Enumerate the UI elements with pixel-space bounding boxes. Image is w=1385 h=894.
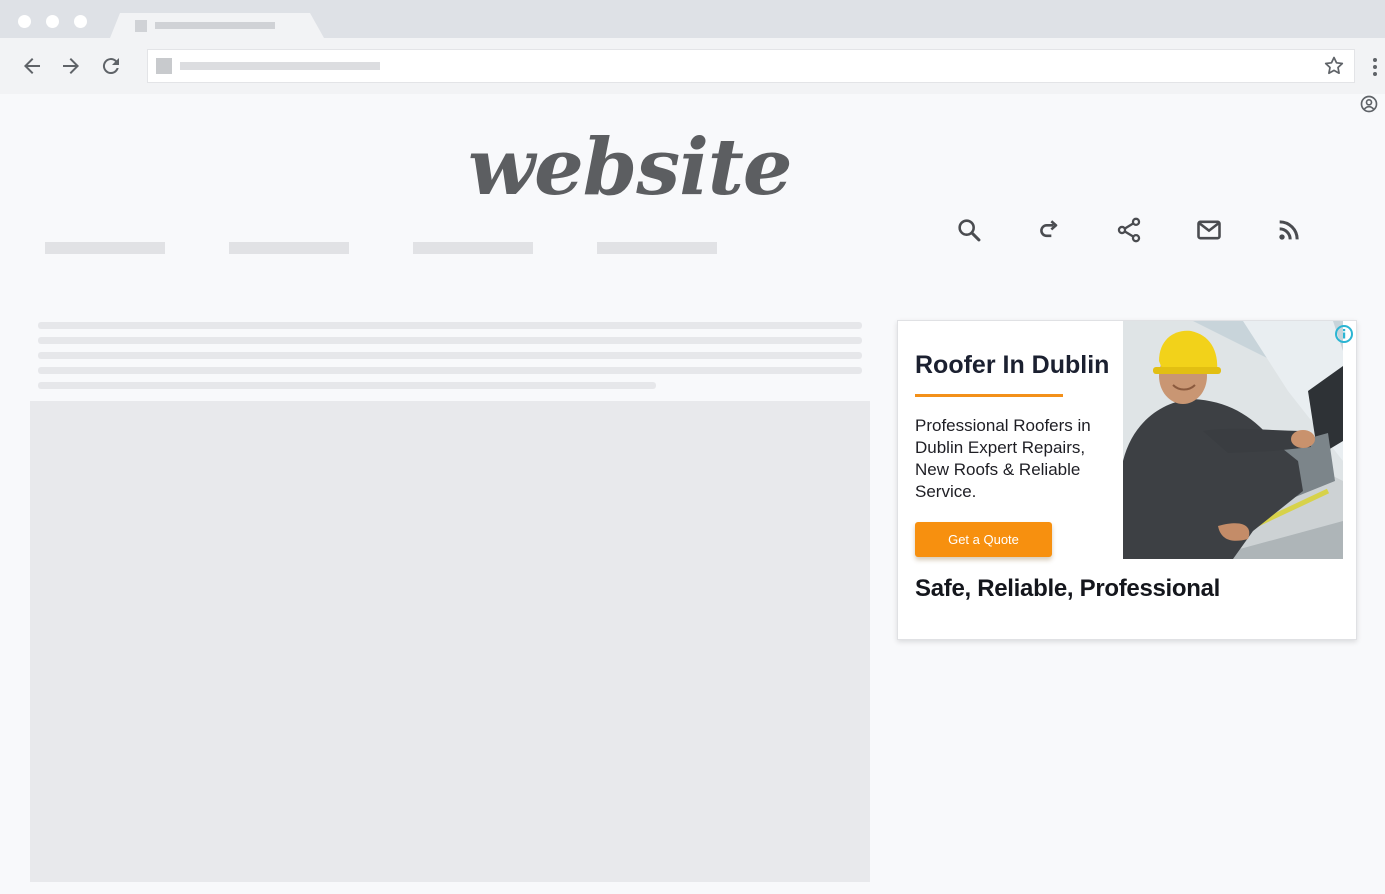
mail-icon[interactable] [1195, 216, 1223, 244]
search-icon[interactable] [955, 216, 983, 244]
star-icon[interactable] [1322, 54, 1346, 78]
text-line-placeholder [38, 382, 656, 389]
share-icon[interactable] [1115, 216, 1143, 244]
ad-title[interactable]: Roofer In Dublin [915, 351, 1109, 380]
tab-title-placeholder [155, 22, 275, 29]
nav-item-placeholder[interactable] [597, 242, 717, 254]
redo-icon[interactable] [1035, 216, 1063, 244]
ad-description: Professional Roofers in Dublin Expert Re… [915, 416, 1091, 501]
reload-icon[interactable] [99, 54, 123, 78]
tab-favicon-placeholder [135, 20, 147, 32]
ad-card[interactable]: Roofer In Dublin Professional Roofers in… [897, 320, 1357, 640]
content-media-placeholder [30, 401, 870, 882]
window-maximize-dot[interactable] [74, 15, 87, 28]
forward-arrow-icon[interactable] [59, 54, 83, 78]
window-close-dot[interactable] [18, 15, 31, 28]
site-info-placeholder [156, 58, 172, 74]
window-minimize-dot[interactable] [46, 15, 59, 28]
roofer-worker-photo[interactable] [1123, 321, 1343, 559]
nav-item-placeholder[interactable] [413, 242, 533, 254]
nav-item-placeholder[interactable] [229, 242, 349, 254]
text-line-placeholder [38, 352, 862, 359]
info-icon[interactable] [1334, 324, 1354, 344]
back-arrow-icon[interactable] [20, 54, 44, 78]
rss-icon[interactable] [1275, 216, 1303, 244]
url-placeholder [180, 62, 380, 70]
text-line-placeholder [38, 322, 862, 329]
text-line-placeholder [38, 367, 862, 374]
site-logo[interactable]: website [468, 118, 793, 218]
ad-title-underline [915, 394, 1063, 397]
nav-item-placeholder[interactable] [45, 242, 165, 254]
get-quote-button[interactable]: Get a Quote [915, 522, 1052, 557]
account-circle-icon[interactable] [1359, 94, 1379, 114]
text-line-placeholder [38, 337, 862, 344]
more-vert-icon[interactable] [1369, 55, 1381, 79]
ad-tagline: Safe, Reliable, Professional [915, 575, 1221, 602]
